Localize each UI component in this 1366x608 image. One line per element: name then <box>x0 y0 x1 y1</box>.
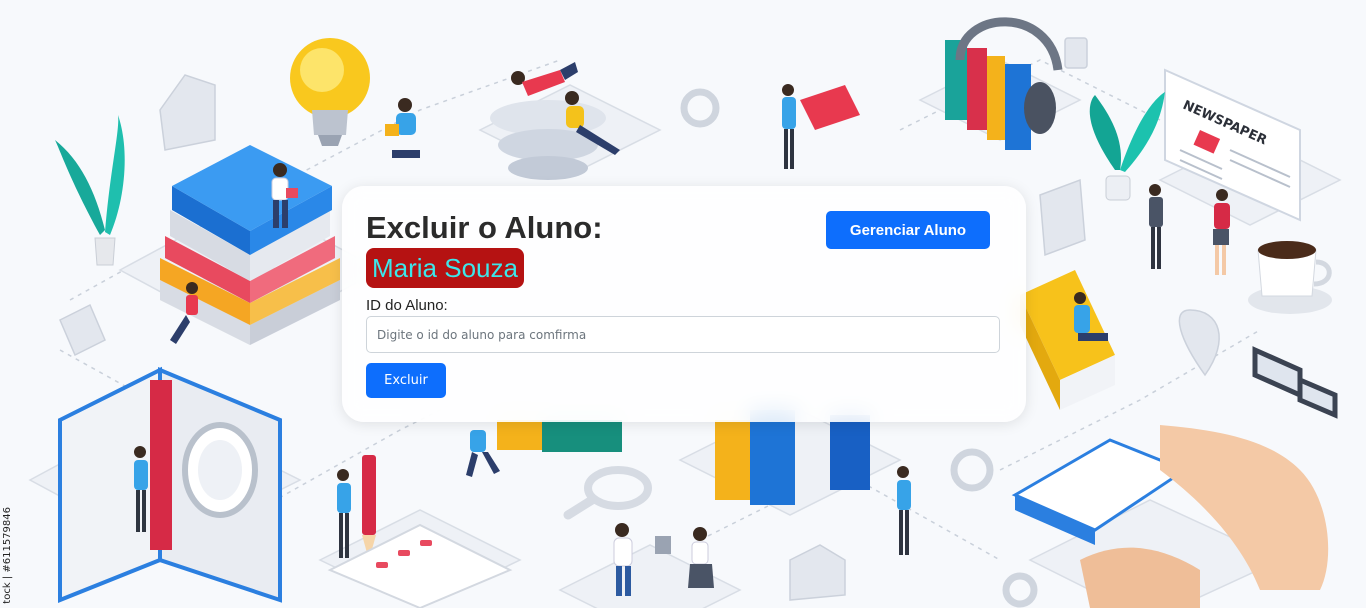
page-title: Excluir o Aluno: <box>366 210 603 245</box>
stock-watermark: tock | #611579846 <box>2 507 13 604</box>
student-name-badge: Maria Souza <box>366 248 524 288</box>
student-id-input[interactable] <box>366 316 1000 353</box>
manage-student-button[interactable]: Gerenciar Aluno <box>826 211 990 249</box>
delete-student-card: Excluir o Aluno: Gerenciar Aluno Maria S… <box>342 186 1026 422</box>
student-id-label: ID do Aluno: <box>366 297 448 314</box>
delete-button[interactable]: Excluir <box>366 363 446 398</box>
